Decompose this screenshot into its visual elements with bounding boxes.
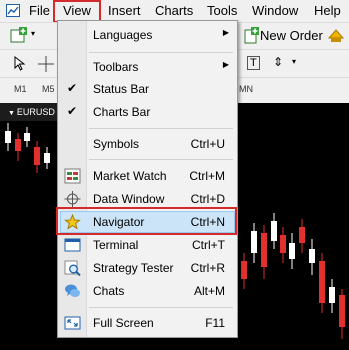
menu-tools[interactable]: Tools <box>207 3 237 19</box>
chart-symbol-text: EURUSD <box>16 107 55 117</box>
cursor-arrow-icon[interactable] <box>14 56 26 71</box>
crosshair-icon[interactable] <box>38 56 54 72</box>
chevron-down-icon[interactable]: ▾ <box>292 57 296 66</box>
timeframe-m1[interactable]: M1 <box>14 84 27 94</box>
menu-item-shortcut: Alt+M <box>193 284 225 298</box>
menu-item-market-watch[interactable]: Market Watch Ctrl+M <box>58 165 237 187</box>
view-dropdown-menu: Languages ▶ Toolbars ▶ ✔ Status Bar ✔ Ch… <box>57 20 238 338</box>
menu-item-shortcut: Ctrl+T <box>192 238 225 252</box>
new-chart-icon[interactable] <box>10 27 28 44</box>
menu-bar: File View Insert Charts Tools Window Hel… <box>0 0 349 23</box>
menu-item-shortcut: F11 <box>205 316 225 330</box>
candle-body <box>299 227 305 243</box>
menu-item-charts-bar[interactable]: ✔ Charts Bar <box>58 101 237 123</box>
submenu-arrow-icon: ▶ <box>222 60 229 69</box>
new-order-icon[interactable] <box>244 27 260 44</box>
menu-item-symbols[interactable]: Symbols Ctrl+U <box>58 133 237 155</box>
arrows-tool-icon[interactable]: ⇕ <box>273 55 283 69</box>
candle-body <box>44 153 50 163</box>
menu-item-status-bar[interactable]: ✔ Status Bar <box>58 78 237 100</box>
menu-item-label: Symbols <box>93 137 140 151</box>
submenu-arrow-icon: ▶ <box>222 28 229 37</box>
menu-item-chats[interactable]: Chats Alt+M <box>58 280 237 302</box>
menu-item-label: Status Bar <box>93 82 150 96</box>
checkmark-icon: ✔ <box>67 104 78 118</box>
menu-item-languages[interactable]: Languages ▶ <box>58 24 237 46</box>
new-order-button[interactable]: New Order <box>260 28 323 43</box>
menu-item-label: Chats <box>93 284 125 298</box>
menu-separator <box>89 307 233 308</box>
menu-item-label: Toolbars <box>93 60 139 74</box>
chart-symbol-label: ▼ EURUSD <box>0 103 60 121</box>
candle-body <box>339 295 345 327</box>
menu-item-shortcut: Ctrl+R <box>190 261 225 275</box>
candle-body <box>34 147 40 165</box>
menu-item-toolbars[interactable]: Toolbars ▶ <box>58 56 237 78</box>
menu-item-label: Terminal <box>93 238 139 252</box>
candle-body <box>309 249 315 263</box>
candle-body <box>241 261 247 279</box>
collapse-triangle-icon: ▼ <box>8 110 17 117</box>
menu-insert[interactable]: Insert <box>108 3 141 19</box>
crosshair-icon <box>64 191 81 207</box>
autotrading-icon[interactable] <box>328 28 344 43</box>
app-logo-icon <box>6 4 20 17</box>
candle-body <box>289 243 295 259</box>
checkmark-icon: ✔ <box>67 81 78 95</box>
menu-charts[interactable]: Charts <box>155 3 193 19</box>
navigator-highlight-box <box>56 207 237 235</box>
candle-body <box>24 133 30 141</box>
text-label-tool[interactable]: T <box>247 56 260 70</box>
menu-item-shortcut: Ctrl+U <box>190 137 225 151</box>
menu-item-label: Languages <box>93 28 153 42</box>
candle-body <box>329 287 335 303</box>
candle-body <box>261 233 267 267</box>
fullscreen-icon <box>64 316 81 330</box>
menu-item-full-screen[interactable]: Full Screen F11 <box>58 312 237 334</box>
menu-separator <box>89 159 233 160</box>
menu-item-label: Full Screen <box>93 316 154 330</box>
candle-body <box>251 231 257 253</box>
candle-body <box>15 139 21 151</box>
candle-body <box>271 221 277 241</box>
chevron-down-icon[interactable]: ▾ <box>31 29 35 38</box>
timeframe-mn[interactable]: MN <box>239 84 253 94</box>
timeframe-m5[interactable]: M5 <box>42 84 55 94</box>
menu-window[interactable]: Window <box>252 3 298 19</box>
candle-body <box>280 235 286 253</box>
menu-separator <box>89 128 233 129</box>
menu-item-shortcut: Ctrl+D <box>190 192 225 206</box>
menu-separator <box>89 52 233 53</box>
menu-item-label: Market Watch <box>93 169 167 183</box>
menu-item-terminal[interactable]: Terminal Ctrl+T <box>58 234 237 256</box>
menu-item-strategy-tester[interactable]: Strategy Tester Ctrl+R <box>58 257 237 279</box>
menu-item-shortcut: Ctrl+M <box>189 169 225 183</box>
menu-file[interactable]: File <box>29 3 50 19</box>
menu-item-label: Data Window <box>93 192 165 206</box>
magnifier-icon <box>64 260 81 276</box>
menu-item-label: Charts Bar <box>93 105 151 119</box>
candle-body <box>319 261 325 303</box>
menu-item-label: Strategy Tester <box>93 261 174 275</box>
menu-help[interactable]: Help <box>314 3 341 19</box>
chat-bubbles-icon <box>65 284 80 297</box>
terminal-icon <box>64 238 81 252</box>
candle-body <box>5 131 11 143</box>
market-watch-icon <box>64 168 81 184</box>
